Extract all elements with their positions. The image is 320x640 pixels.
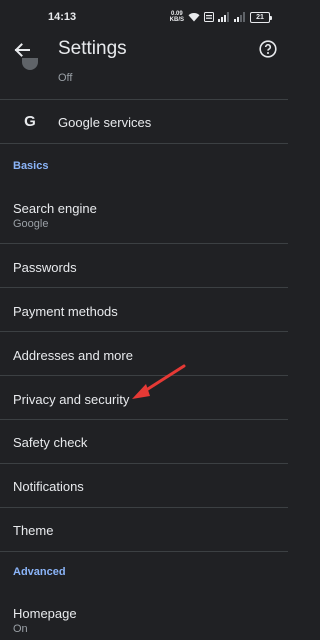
passwords-label: Passwords [13,260,77,275]
status-icons: 0.09 KB/S 21 [170,10,272,24]
status-bar: 14:13 0.09 KB/S 21 [0,0,288,34]
settings-item-partial[interactable]: Off [0,58,288,100]
partial-row-subtitle: Off [58,72,73,84]
google-g-icon: G [24,113,36,130]
signal-2-icon [234,12,245,22]
safety-check-label: Safety check [13,435,88,450]
homepage-value: On [13,623,28,635]
signal-icon [218,12,229,22]
back-arrow-icon [14,43,30,57]
network-speed-unit: KB/S [169,17,184,23]
settings-item-privacy-security[interactable]: Privacy and security [0,376,288,420]
section-header-advanced: Advanced [13,566,66,578]
settings-item-payment-methods[interactable]: Payment methods [0,288,288,332]
theme-label: Theme [13,523,54,538]
settings-item-search-engine[interactable]: Search engine Google [0,188,288,244]
page-title: Settings [58,38,127,59]
settings-item-passwords[interactable]: Passwords [0,244,288,288]
volte-icon [204,12,214,22]
settings-item-homepage[interactable]: Homepage On [0,594,288,640]
settings-item-google-services[interactable]: G Google services [0,100,288,144]
wifi-icon [188,13,200,22]
search-engine-value: Google [13,218,49,230]
section-header-basics: Basics [13,160,49,172]
search-engine-label: Search engine [13,201,97,216]
settings-item-safety-check[interactable]: Safety check [0,420,288,464]
status-time: 14:13 [48,11,77,23]
payment-methods-label: Payment methods [13,304,118,319]
network-speed: 0.09 KB/S [170,11,184,23]
homepage-label: Homepage [13,606,77,621]
help-button[interactable] [258,39,278,59]
settings-item-addresses[interactable]: Addresses and more [0,332,288,376]
addresses-label: Addresses and more [13,348,133,363]
privacy-security-label: Privacy and security [13,392,130,407]
battery-icon: 21 [250,11,272,23]
settings-screen: 14:13 0.09 KB/S 21 Settings Off G Google… [0,0,288,640]
notifications-label: Notifications [13,479,84,494]
help-icon [259,40,277,58]
google-services-label: Google services [58,115,152,130]
settings-item-theme[interactable]: Theme [0,508,288,552]
partial-row-icon [22,58,38,70]
settings-item-notifications[interactable]: Notifications [0,464,288,508]
